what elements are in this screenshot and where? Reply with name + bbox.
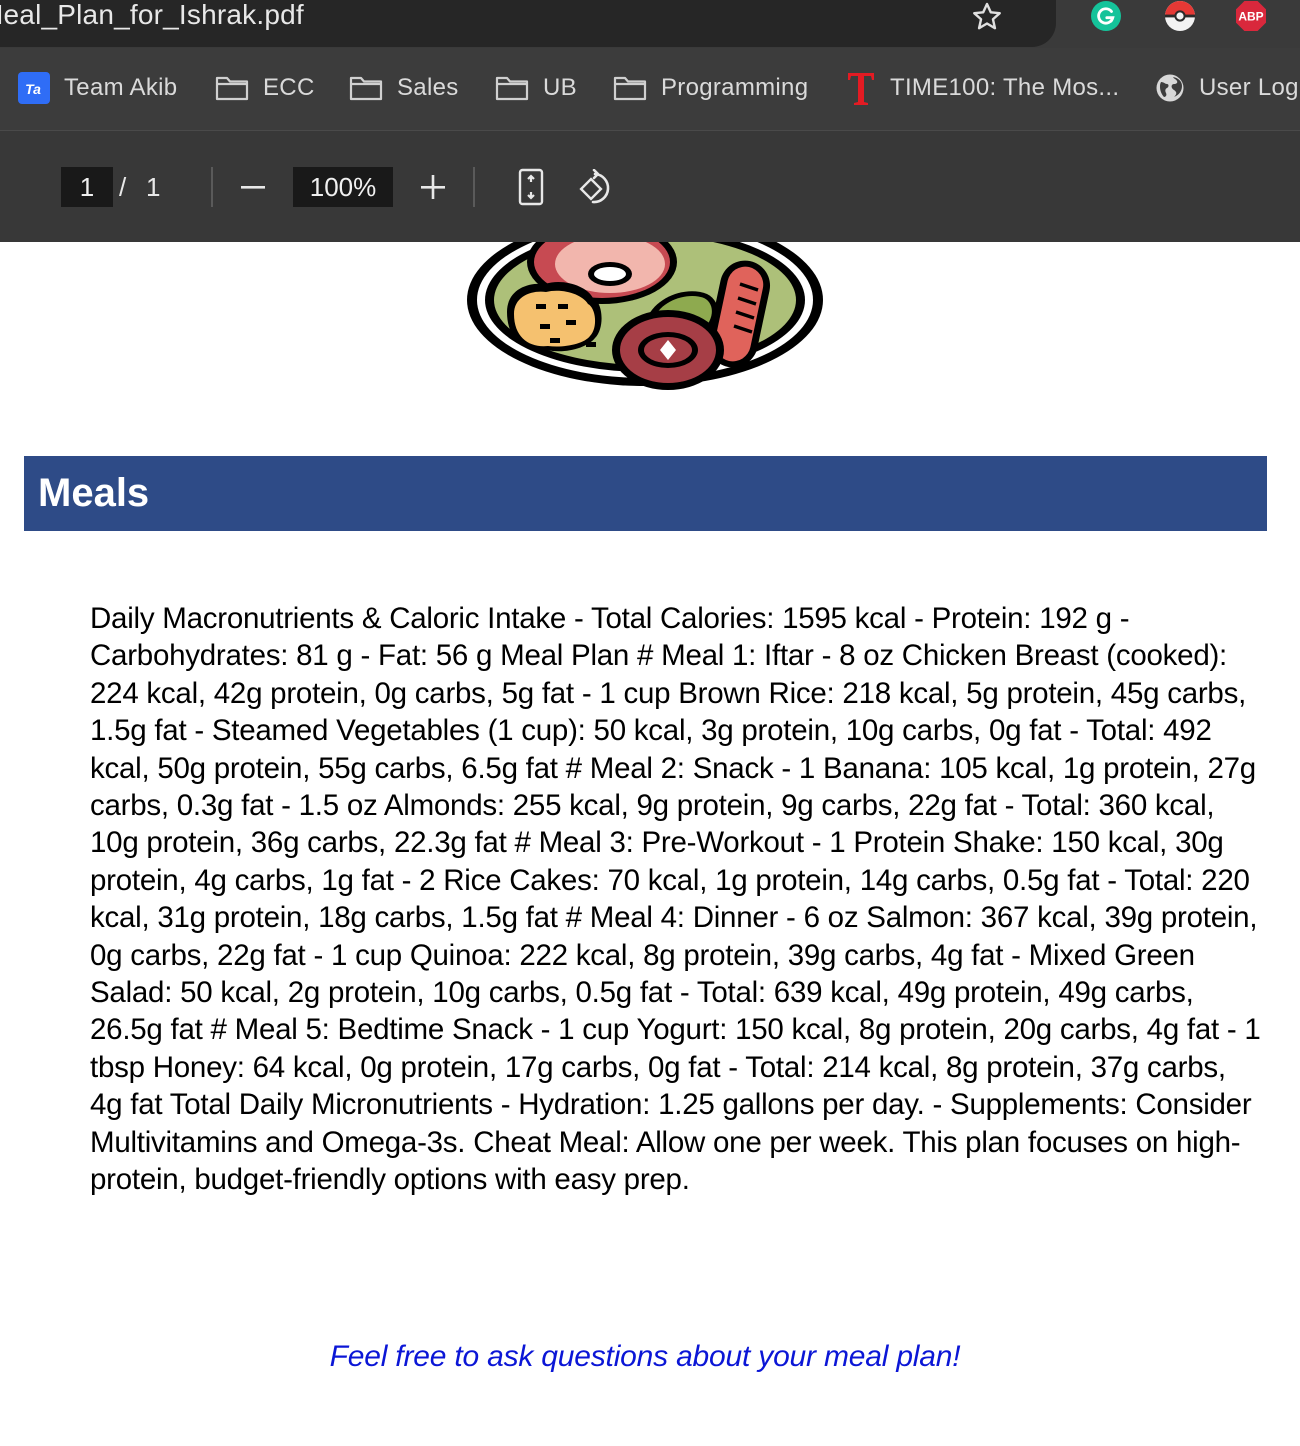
pokeball-extension-icon[interactable] [1164, 0, 1196, 32]
svg-text:Ta: Ta [25, 81, 41, 97]
adblock-label: ABP [1238, 10, 1263, 24]
pdf-toolbar: 1 / 1 100% [0, 131, 1300, 242]
folder-icon [495, 76, 529, 101]
bookmark-label: TIME100: The Mos... [890, 74, 1120, 101]
bookmark-star-icon[interactable] [970, 0, 1004, 34]
bookmark-user-log[interactable]: User Log [1155, 70, 1299, 106]
team-akib-icon: Ta [18, 72, 50, 104]
pdf-page: Meals Daily Macronutrients & Caloric Int… [0, 242, 1300, 1446]
bookmark-programming[interactable]: Programming [613, 70, 808, 106]
toolbar-divider [473, 167, 475, 207]
bookmark-label: Team Akib [64, 74, 178, 101]
page-number-input[interactable]: 1 [61, 167, 113, 207]
fit-to-page-icon[interactable] [516, 167, 546, 207]
bookmark-sales[interactable]: Sales [349, 70, 459, 106]
folder-icon [613, 76, 647, 101]
tab-strip: Meal_Plan_for_Ishrak.pdf ABP [0, 0, 1300, 48]
globe-icon [1156, 74, 1184, 102]
meal-plate-illustration [467, 242, 823, 390]
page-total: 1 [146, 172, 161, 202]
zoom-in-icon[interactable] [418, 171, 448, 203]
page-separator: / [119, 172, 127, 202]
adblock-plus-icon[interactable]: ABP [1235, 0, 1267, 32]
meals-section-header: Meals [24, 456, 1267, 531]
zoom-level-input[interactable]: 100% [293, 167, 393, 207]
rotate-icon[interactable] [575, 169, 613, 207]
bookmark-label: ECC [263, 74, 315, 101]
meal-plan-body: Daily Macronutrients & Caloric Intake - … [90, 602, 1261, 1197]
browser-chrome: Meal_Plan_for_Ishrak.pdf ABP Ta Team Aki… [0, 0, 1300, 242]
address-bar[interactable]: Meal_Plan_for_Ishrak.pdf [0, 0, 1056, 47]
zoom-out-icon[interactable] [238, 171, 268, 203]
closing-note: Feel free to ask questions about your me… [329, 1340, 961, 1373]
grammarly-icon[interactable] [1090, 0, 1122, 32]
bookmark-time100[interactable]: TIME100: The Mos... [846, 70, 1119, 106]
bookmark-team-akib[interactable]: Ta Team Akib [18, 70, 177, 106]
bookmark-label: Programming [661, 74, 809, 101]
section-title: Meals [38, 471, 150, 515]
bookmarks-bar: Ta Team Akib ECC Sales UB Programming TI… [0, 48, 1300, 131]
bookmark-ub[interactable]: UB [495, 70, 577, 106]
address-text[interactable]: Meal_Plan_for_Ishrak.pdf [0, 0, 304, 32]
folder-icon [215, 76, 249, 101]
bookmark-ecc[interactable]: ECC [215, 70, 315, 106]
toolbar-divider [211, 167, 213, 207]
folder-icon [349, 76, 383, 101]
bookmark-label: Sales [397, 74, 459, 101]
time-logo-icon [848, 73, 874, 105]
bookmark-label: User Log [1199, 74, 1299, 101]
bookmark-label: UB [543, 74, 577, 101]
